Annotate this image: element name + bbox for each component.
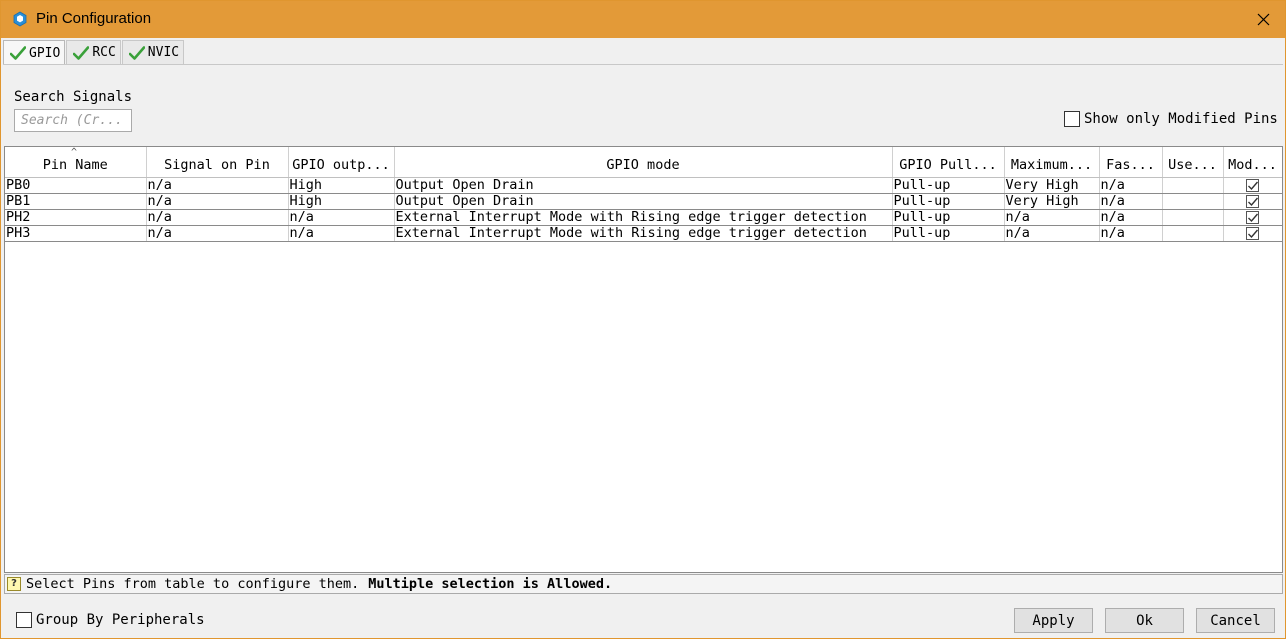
column-header-user[interactable]: Use...	[1162, 147, 1224, 178]
column-header-gpio-mode[interactable]: GPIO mode	[394, 147, 893, 178]
checkmark-icon	[1248, 197, 1259, 206]
checkmark-icon	[128, 45, 145, 60]
show-modified-label: Show only Modified Pins	[1084, 111, 1278, 127]
checkmark-icon	[1248, 229, 1259, 238]
cell-mode: External Interrupt Mode with Rising edge…	[394, 209, 893, 226]
cell-maximum: n/a	[1004, 225, 1100, 242]
question-icon: ?	[7, 577, 21, 591]
cell-signal: n/a	[146, 193, 289, 210]
app-cube-icon	[12, 11, 28, 27]
cell-pull: Pull-up	[892, 209, 1005, 226]
cell-user	[1162, 193, 1224, 210]
cancel-button[interactable]: Cancel	[1196, 608, 1275, 633]
cell-pull: Pull-up	[892, 225, 1005, 242]
column-header-modified[interactable]: Mod...	[1223, 147, 1282, 178]
search-input[interactable]	[14, 109, 132, 132]
sort-ascending-icon: ^	[71, 147, 78, 158]
close-button[interactable]	[1241, 1, 1285, 38]
tab-divider	[3, 64, 1283, 65]
show-modified-checkbox[interactable]	[1064, 111, 1080, 127]
cell-fast: n/a	[1099, 225, 1163, 242]
modified-checkbox[interactable]	[1246, 226, 1259, 240]
group-by-peripherals-label: Group By Peripherals	[36, 612, 205, 628]
cell-modified	[1223, 193, 1282, 210]
tab-nvic[interactable]: NVIC	[121, 40, 185, 64]
cell-pull: Pull-up	[892, 177, 1005, 194]
cell-modified	[1223, 177, 1282, 194]
column-header-signal[interactable]: Signal on Pin	[146, 147, 289, 178]
cell-pin: PH2	[5, 209, 147, 226]
tab-rcc[interactable]: RCC	[66, 40, 121, 64]
cell-modified	[1223, 209, 1282, 226]
cell-output: High	[288, 177, 395, 194]
close-icon	[1257, 13, 1270, 26]
cell-modified	[1223, 225, 1282, 242]
cell-signal: n/a	[146, 225, 289, 242]
checkmark-icon	[73, 45, 90, 60]
modified-checkbox[interactable]	[1246, 194, 1259, 208]
table-row[interactable]: PB1 n/a High Output Open Drain Pull-up V…	[5, 193, 1282, 210]
tab-rcc-label: RCC	[92, 45, 116, 60]
cell-mode: Output Open Drain	[394, 177, 893, 194]
cell-maximum: Very High	[1004, 177, 1100, 194]
tab-bar: GPIO RCC NVIC	[3, 40, 185, 65]
checkmark-icon	[1248, 213, 1259, 222]
cell-user	[1162, 225, 1224, 242]
cell-pin: PH3	[5, 225, 147, 242]
table-header-row: ^ Pin Name Signal on Pin GPIO outp... GPI…	[5, 147, 1282, 178]
cell-user	[1162, 209, 1224, 226]
group-by-peripherals-checkbox[interactable]	[16, 612, 32, 628]
cell-output: High	[288, 193, 395, 210]
modified-checkbox[interactable]	[1246, 210, 1259, 224]
status-hint: Select Pins from table to configure them…	[26, 576, 360, 592]
checkmark-icon	[1248, 181, 1259, 190]
cell-maximum: n/a	[1004, 209, 1100, 226]
pin-configuration-dialog: Pin Configuration GPIO RCC NVIC Search S…	[0, 0, 1286, 639]
apply-button[interactable]: Apply	[1014, 608, 1093, 633]
title-bar[interactable]: Pin Configuration	[1, 1, 1285, 38]
checkmark-icon	[10, 46, 26, 60]
cell-fast: n/a	[1099, 177, 1163, 194]
column-header-gpio-output[interactable]: GPIO outp...	[288, 147, 395, 178]
column-header-pin-name[interactable]: ^ Pin Name	[5, 147, 147, 178]
column-header-fast[interactable]: Fas...	[1099, 147, 1163, 178]
column-header-gpio-pull[interactable]: GPIO Pull...	[892, 147, 1005, 178]
cell-output: n/a	[288, 225, 395, 242]
column-header-maximum[interactable]: Maximum...	[1004, 147, 1100, 178]
tab-nvic-label: NVIC	[147, 45, 180, 60]
cell-fast: n/a	[1099, 193, 1163, 210]
search-signals-label: Search Signals	[14, 89, 133, 105]
table-row[interactable]: PH2 n/a n/a External Interrupt Mode with…	[5, 209, 1282, 226]
cell-signal: n/a	[146, 209, 289, 226]
cell-user	[1162, 177, 1224, 194]
status-bar: ? Select Pins from table to configure th…	[4, 574, 1283, 594]
cell-signal: n/a	[146, 177, 289, 194]
cell-mode: Output Open Drain	[394, 193, 893, 210]
cell-pull: Pull-up	[892, 193, 1005, 210]
tab-gpio[interactable]: GPIO	[3, 40, 66, 65]
cell-mode: External Interrupt Mode with Rising edge…	[394, 225, 893, 242]
cell-maximum: Very High	[1004, 193, 1100, 210]
table-row[interactable]: PH3 n/a n/a External Interrupt Mode with…	[5, 225, 1282, 242]
modified-checkbox[interactable]	[1246, 178, 1259, 192]
table-row[interactable]: PB0 n/a High Output Open Drain Pull-up V…	[5, 177, 1282, 194]
cell-output: n/a	[288, 209, 395, 226]
ok-button[interactable]: Ok	[1105, 608, 1184, 633]
cell-pin: PB0	[5, 177, 147, 194]
cell-fast: n/a	[1099, 209, 1163, 226]
pin-table[interactable]: ^ Pin Name Signal on Pin GPIO outp... GPI…	[4, 146, 1283, 573]
window-title: Pin Configuration	[36, 10, 152, 27]
cell-pin: PB1	[5, 193, 147, 210]
tab-gpio-label: GPIO	[29, 45, 61, 61]
status-hint-bold: Multiple selection is Allowed.	[368, 576, 613, 592]
